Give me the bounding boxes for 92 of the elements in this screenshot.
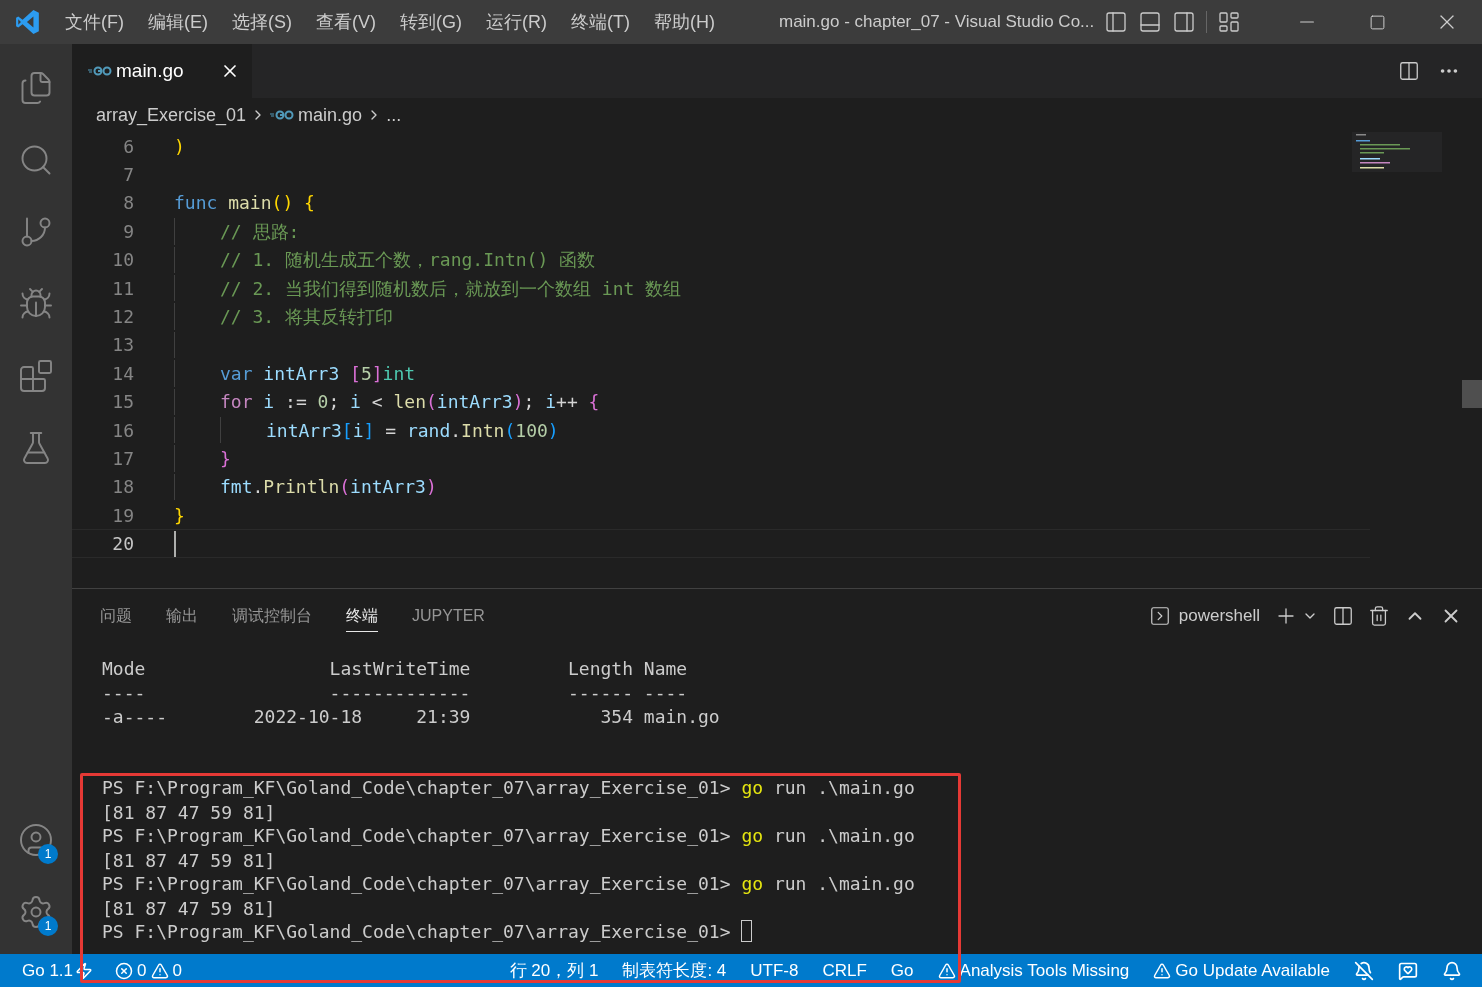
panel-tab[interactable]: 输出 [166,600,198,632]
split-terminal-icon[interactable] [1332,605,1354,627]
line-number: 18 [111,475,134,500]
line-number: 9 [122,219,134,244]
code-line: for i := 0; i < len(intArr3); i++ { [220,390,600,415]
terminal-line: Mode LastWriteTime Length Name [102,657,688,679]
warning-icon [1153,961,1172,980]
line-number: 7 [122,163,134,188]
text-cursor [174,530,176,557]
code-line: // 2. 当我们得到随机数后，就放到一个数组 int 数组 [220,276,682,301]
warning-count[interactable]: 0 [172,957,182,984]
menu-item[interactable]: 文件(F) [53,8,136,36]
menu-item[interactable]: 转到(G) [388,8,474,36]
panel-tab[interactable]: JUPYTER [412,600,485,632]
code-line: func main() { [174,191,315,216]
terminal-name[interactable]: powershell [1178,603,1260,629]
code-line: } [220,447,231,471]
cursor-position[interactable]: 行 20，列 1 [509,957,599,984]
feedback-icon[interactable] [1398,960,1418,981]
line-number: 15 [111,390,134,415]
panel-tab[interactable]: 问题 [100,600,132,632]
panel-tab[interactable]: 调试控制台 [232,600,312,632]
line-ending[interactable]: CRLF [822,957,867,984]
terminal-icon [1148,605,1171,627]
menu-item[interactable]: 查看(V) [304,8,388,36]
terminal-line: PS F:\Program_KF\Goland_Code\chapter_07\array_Exercise_01> [102,919,753,943]
line-number: 14 [111,361,134,386]
terminal-line: [81 87 47 59 81] [102,801,276,823]
toggle-panel-icon[interactable] [1138,10,1163,34]
code-line: // 思路: [220,219,300,244]
go-version[interactable]: Go 1.1 [22,957,74,984]
code-line: fmt.Println(intArr3) [220,475,437,500]
split-editor-icon[interactable] [1398,60,1420,82]
analysis-tools-status[interactable]: Analysis Tools Missing [959,957,1130,984]
terminal-line: PS F:\Program_KF\Goland_Code\chapter_07\array_Exercise_01> go run .\main.go [102,775,915,799]
terminal-line: PS F:\Program_KF\Goland_Code\chapter_07\array_Exercise_01> go run .\main.go [102,823,915,847]
lightning-icon[interactable] [75,961,94,980]
line-number: 19 [111,503,134,528]
go-file-icon [88,66,112,76]
line-number: 10 [111,248,134,273]
warning-icon [937,961,956,980]
menu-item[interactable]: 选择(S) [220,8,304,36]
scrollbar[interactable] [1462,380,1482,408]
panel-tab[interactable]: 终端 [346,600,378,632]
warning-icon [150,961,169,980]
menu-item[interactable]: 运行(R) [474,8,559,36]
line-number: 16 [111,418,134,443]
code-line: } [174,503,185,528]
language-mode[interactable]: Go [890,957,914,984]
menu-item[interactable]: 编辑(E) [136,8,220,36]
window-title: main.go - chapter_07 - Visual Studio Co... [778,11,1095,34]
encoding[interactable]: UTF-8 [750,957,799,984]
accounts-icon[interactable] [18,822,54,858]
app-logo-icon [15,9,41,35]
notification-badge: 1 [38,916,58,936]
error-icon [115,961,134,980]
menu-item[interactable]: 终端(T) [559,8,642,36]
tab-label: main.go [116,58,184,83]
maximize-icon[interactable] [1368,13,1386,31]
terminal-line: ---- ------------- ------ ---- [102,681,688,703]
breadcrumb-item[interactable]: ... [386,101,402,129]
menu-item[interactable]: 帮助(H) [641,8,727,36]
notification-badge: 1 [38,844,58,864]
code-line: // 3. 将其反转打印 [220,305,394,330]
go-update-status[interactable]: Go Update Available [1175,957,1330,984]
toggle-secondary-sidebar-icon[interactable] [1172,10,1197,34]
breadcrumb-item[interactable]: array_Exercise_01 [96,101,247,129]
toggle-sidebar-icon[interactable] [1104,10,1129,34]
error-count[interactable]: 0 [137,957,147,984]
editor-tab[interactable]: main.go [72,44,252,98]
delete-icon[interactable] [1368,605,1390,627]
terminal-line: -a---- 2022-10-18 21:39 354 main.go [102,705,720,727]
line-number: 6 [122,134,134,159]
extensions-icon[interactable] [18,358,54,394]
code-line: intArr3[i] = rand.Intn(100) [266,418,559,443]
layout-icon[interactable] [1217,10,1242,34]
terminal-line: [81 87 47 59 81] [102,897,276,919]
code-line: var intArr3 [5]int [220,361,416,386]
tab-size[interactable]: 制表符长度: 4 [622,957,727,984]
line-number: 8 [122,191,134,216]
line-number: 12 [111,305,134,330]
line-number: 11 [111,276,134,301]
breadcrumb-item[interactable]: main.go [298,101,363,129]
go-file-icon [270,110,295,120]
terminal-line: PS F:\Program_KF\Goland_Code\chapter_07\array_Exercise_01> go run .\main.go [102,871,915,895]
line-number: 17 [111,447,134,471]
code-line: ) [174,134,185,159]
terminal-line: [81 87 47 59 81] [102,849,276,871]
line-number: 13 [111,333,134,358]
notifications-icon[interactable] [1442,960,1462,981]
code-line: // 1. 随机生成五个数，rang.Intn() 函数 [220,248,596,273]
line-number: 20 [111,532,134,557]
